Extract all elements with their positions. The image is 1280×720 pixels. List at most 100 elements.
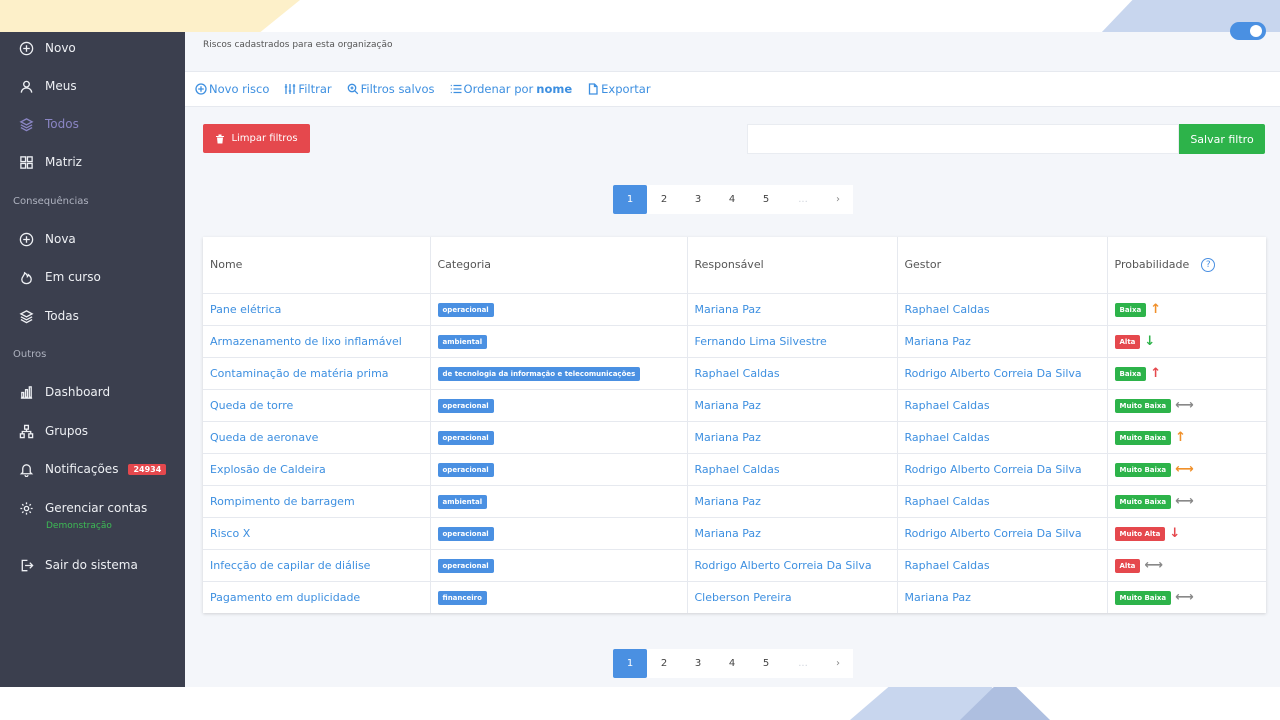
bell-icon [18, 461, 34, 477]
plus-circle-icon [18, 231, 34, 247]
order-by-button[interactable]: Ordenar por nome [450, 82, 572, 96]
manager-link[interactable]: Rodrigo Alberto Correia Da Silva [897, 516, 1108, 549]
responsible-link[interactable]: Fernando Lima Silvestre [687, 324, 898, 357]
table-header-row: Nome Categoria Responsável Gestor Probab… [203, 237, 1266, 293]
risk-name-link[interactable]: Contaminação de matéria prima [203, 356, 431, 389]
page-button[interactable]: 1 [613, 185, 647, 214]
responsible-link[interactable]: Mariana Paz [687, 292, 898, 325]
probability-cell: Muito Baixa ⟷ [1107, 580, 1266, 613]
manager-link[interactable]: Raphael Caldas [897, 420, 1108, 453]
responsible-link[interactable]: Mariana Paz [687, 516, 898, 549]
page-button[interactable]: 3 [681, 649, 715, 678]
pagination-top: 1 2 3 4 5 ... › [613, 185, 853, 214]
responsible-link[interactable]: Raphael Caldas [687, 356, 898, 389]
column-header-category[interactable]: Categoria [430, 237, 688, 293]
sidebar-item-sair[interactable]: Sair do sistema [0, 546, 185, 584]
sidebar-item-nova[interactable]: Nova [0, 220, 185, 258]
sidebar-item-label: Dashboard [45, 385, 111, 399]
category-badge: ambiental [437, 334, 488, 349]
page-ellipsis: ... [783, 649, 823, 678]
risk-name-link[interactable]: Pane elétrica [203, 292, 431, 325]
probability-cell: Muito Baixa ⟷ [1107, 388, 1266, 421]
responsible-link[interactable]: Mariana Paz [687, 484, 898, 517]
probability-badge: Muito Baixa [1114, 590, 1172, 605]
sidebar-item-notificacoes[interactable]: Notificações 24934 [0, 450, 185, 488]
risk-name-link[interactable]: Risco X [203, 516, 431, 549]
manager-link[interactable]: Rodrigo Alberto Correia Da Silva [897, 356, 1108, 389]
next-page-button[interactable]: › [823, 649, 853, 678]
table-row[interactable]: Risco X operacional Mariana Paz Rodrigo Alb… [203, 516, 1266, 549]
risk-name-link[interactable]: Rompimento de barragem [203, 484, 431, 517]
column-header-responsible[interactable]: Responsável [687, 237, 898, 293]
responsible-link[interactable]: Raphael Caldas [687, 452, 898, 485]
manager-link[interactable]: Mariana Paz [897, 324, 1108, 357]
sidebar-item-matriz[interactable]: Matriz [0, 143, 185, 181]
top-toggle-switch[interactable] [1230, 22, 1266, 40]
export-button[interactable]: Exportar [587, 82, 651, 96]
sidebar-item-label: Novo [45, 41, 76, 55]
column-header-probability[interactable]: Probabilidade? [1107, 237, 1266, 293]
help-icon[interactable]: ? [1201, 257, 1216, 272]
table-row[interactable]: Infecção de capilar de diálise operaciona… [203, 548, 1266, 581]
table-row[interactable]: Contaminação de matéria prima de tecnolog… [203, 356, 1266, 389]
sidebar-item-label: Matriz [45, 155, 82, 169]
sidebar-item-todos[interactable]: Todos [0, 105, 185, 143]
page-button[interactable]: 2 [647, 649, 681, 678]
risk-name-link[interactable]: Armazenamento de lixo inflamável [203, 324, 431, 357]
category-badge: financeiro [437, 590, 487, 605]
manager-link[interactable]: Rodrigo Alberto Correia Da Silva [897, 452, 1108, 485]
risk-name-link[interactable]: Infecção de capilar de diálise [203, 548, 431, 581]
page-button[interactable]: 5 [749, 185, 783, 214]
table-row[interactable]: Explosão de Caldeira operacional Raphael C… [203, 452, 1266, 485]
sidebar-item-meus[interactable]: Meus [0, 67, 185, 105]
table-row[interactable]: Rompimento de barragem ambiental Mariana P… [203, 484, 1266, 517]
page-button[interactable]: 4 [715, 185, 749, 214]
manager-link[interactable]: Raphael Caldas [897, 388, 1108, 421]
manager-link[interactable]: Raphael Caldas [897, 548, 1108, 581]
probability-badge: Alta [1114, 558, 1141, 573]
trend-flat-icon: ⟷ [1175, 461, 1194, 477]
hierarchy-icon [18, 423, 34, 439]
responsible-link[interactable]: Rodrigo Alberto Correia Da Silva [687, 548, 898, 581]
responsible-link[interactable]: Mariana Paz [687, 420, 898, 453]
column-header-manager[interactable]: Gestor [897, 237, 1108, 293]
sidebar-item-novo[interactable]: Novo [0, 29, 185, 67]
table-row[interactable]: Pagamento em duplicidade financeiro Cleber… [203, 580, 1266, 613]
table-row[interactable]: Armazenamento de lixo inflamável ambienta… [203, 324, 1266, 357]
manager-link[interactable]: Mariana Paz [897, 580, 1108, 613]
save-filter-button[interactable]: Salvar filtro [1179, 124, 1265, 154]
new-risk-button[interactable]: Novo risco [195, 82, 269, 96]
category-cell: financeiro [430, 580, 688, 613]
filter-name-input[interactable] [747, 124, 1179, 154]
sidebar-item-grupos[interactable]: Grupos [0, 412, 185, 450]
risk-name-link[interactable]: Explosão de Caldeira [203, 452, 431, 485]
page-button[interactable]: 5 [749, 649, 783, 678]
sidebar-item-label: Todas [45, 309, 79, 323]
page-button[interactable]: 1 [613, 649, 647, 678]
responsible-link[interactable]: Mariana Paz [687, 388, 898, 421]
risk-name-link[interactable]: Queda de aeronave [203, 420, 431, 453]
risk-name-link[interactable]: Queda de torre [203, 388, 431, 421]
trend-up-icon: ↑ [1150, 365, 1162, 381]
page-button[interactable]: 2 [647, 185, 681, 214]
sidebar-item-todas[interactable]: Todas [0, 297, 185, 335]
page-button[interactable]: 4 [715, 649, 749, 678]
table-row[interactable]: Queda de aeronave operacional Mariana Paz R… [203, 420, 1266, 453]
trend-down-icon: ↓ [1144, 333, 1156, 349]
trend-up-icon: ↑ [1150, 301, 1162, 317]
sidebar-item-em-curso[interactable]: Em curso [0, 258, 185, 296]
clear-filters-button[interactable]: Limpar filtros [203, 124, 310, 153]
table-row[interactable]: Queda de torre operacional Mariana Paz Raph… [203, 388, 1266, 421]
column-header-name[interactable]: Nome [203, 237, 431, 293]
main-content: Riscos cadastrados para esta organização… [185, 32, 1280, 687]
responsible-link[interactable]: Cleberson Pereira [687, 580, 898, 613]
filter-button[interactable]: Filtrar [284, 82, 332, 96]
page-button[interactable]: 3 [681, 185, 715, 214]
table-row[interactable]: Pane elétrica operacional Mariana Paz Rapha… [203, 292, 1266, 325]
risk-name-link[interactable]: Pagamento em duplicidade [203, 580, 431, 613]
next-page-button[interactable]: › [823, 185, 853, 214]
saved-filters-button[interactable]: Filtros salvos [347, 82, 435, 96]
manager-link[interactable]: Raphael Caldas [897, 292, 1108, 325]
manager-link[interactable]: Raphael Caldas [897, 484, 1108, 517]
sidebar-item-dashboard[interactable]: Dashboard [0, 373, 185, 411]
